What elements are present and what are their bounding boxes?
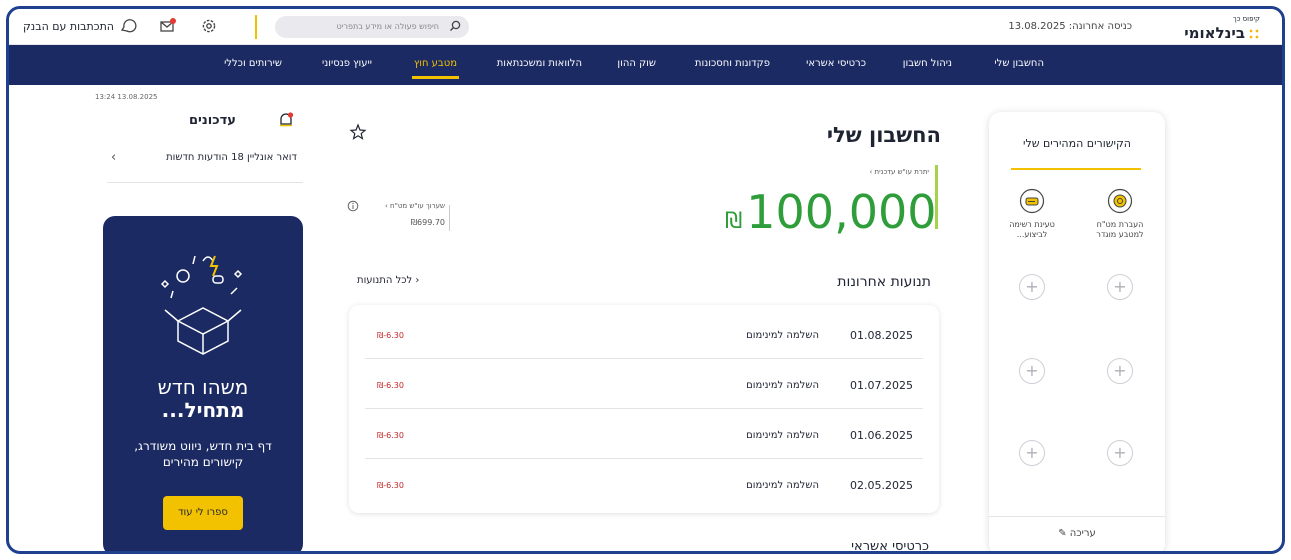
app-window: קיפוס כך בינלאומי כניסה אחרונה: 13.08.20…: [6, 6, 1285, 554]
chevron-left-icon[interactable]: ‹: [111, 150, 116, 165]
add-quick-link-button[interactable]: +: [1019, 440, 1045, 466]
logo-tagline: קיפוס כך: [1232, 15, 1260, 23]
add-quick-link-button[interactable]: +: [1019, 274, 1045, 300]
fx-revaluation-value: ₪699.70: [410, 218, 445, 227]
favorite-star-icon[interactable]: [349, 123, 367, 141]
message-chat-icon[interactable]: [119, 17, 137, 35]
quick-links-card: הקישורים המהירים שלי העברת מט"ח למטבע מו…: [989, 112, 1165, 551]
currency-symbol: ₪: [725, 209, 743, 234]
transaction-date: 02.05.2025: [850, 479, 913, 492]
promo-description: דף בית חדש, ניווט משודרג, קישורים מהירים: [134, 439, 272, 469]
transaction-description: השלמה למינימום: [746, 380, 819, 391]
list-upload-icon[interactable]: [1019, 188, 1045, 214]
promo-title-line1: משהו חדש: [157, 375, 249, 399]
gift-box-illustration-icon: [160, 255, 243, 355]
nav-item-credit-cards[interactable]: כרטיסי אשראי: [806, 58, 866, 69]
transaction-amount: ₪-6.30: [377, 431, 404, 440]
promo-more-button[interactable]: ספרו לי עוד: [163, 496, 243, 530]
transaction-row[interactable]: 01.08.2025 השלמה למינימום ₪-6.30: [365, 309, 923, 359]
transaction-date: 01.06.2025: [850, 429, 913, 442]
edit-label: עריכה: [1069, 528, 1096, 539]
transaction-date: 01.07.2025: [850, 379, 913, 392]
recent-transactions-title: תנועות אחרונות: [837, 274, 931, 290]
transaction-description: השלמה למינימום: [746, 430, 819, 441]
transaction-amount: ₪-6.30: [377, 381, 404, 390]
fx-revaluation-link[interactable]: שערוך עו"ש מט"ח ›: [373, 202, 445, 210]
add-quick-link-button[interactable]: +: [1019, 358, 1045, 384]
transaction-row[interactable]: 02.05.2025 השלמה למינימום ₪-6.30: [365, 459, 923, 509]
search-input[interactable]: חיפוש פעולה או מידע בתפריט: [275, 16, 469, 38]
nav-item-pension[interactable]: ייעוץ פנסיוני: [322, 58, 372, 69]
yellow-divider: [255, 15, 257, 39]
nav-item-loans[interactable]: הלוואות ומשכנתאות: [497, 58, 582, 69]
logo-name: בינלאומי: [1184, 24, 1245, 42]
add-quick-link-button[interactable]: +: [1107, 358, 1133, 384]
all-transactions-link[interactable]: ‹ לכל התנועות: [357, 275, 419, 286]
transaction-row[interactable]: 01.06.2025 השלמה למינימום ₪-6.30: [365, 409, 923, 459]
bank-logo[interactable]: קיפוס כך בינלאומי: [1184, 15, 1260, 42]
quick-links-underline: [1011, 168, 1141, 170]
updates-datetime: 13:24 13.08.2025: [95, 93, 158, 101]
page-title: החשבון שלי: [826, 123, 941, 147]
transactions-card: 01.08.2025 השלמה למינימום ₪-6.30 01.07.2…: [349, 305, 939, 513]
nav-item-capital-market[interactable]: שוק ההון: [617, 58, 656, 69]
bell-icon: [280, 112, 294, 127]
online-mail-row[interactable]: דואר אונליין 18 הודעות חדשות: [111, 152, 297, 163]
transaction-description: השלמה למינימום: [746, 330, 819, 341]
account-balance: ₪100,000: [725, 185, 937, 239]
search-placeholder: חיפוש פעולה או מידע בתפריט: [336, 22, 439, 31]
quick-link-label[interactable]: טעינת רשימה לביצוע...: [997, 220, 1067, 240]
settings-icon[interactable]: [200, 17, 218, 35]
transaction-date: 01.08.2025: [850, 329, 913, 342]
nav-item-deposits[interactable]: פקדונות וחסכונות: [695, 58, 770, 69]
contact-bank-link[interactable]: התכתבות עם הבנק: [23, 20, 114, 33]
transaction-amount: ₪-6.30: [377, 331, 404, 340]
logo-mark-icon: [1248, 28, 1260, 40]
transaction-row[interactable]: 01.07.2025 השלמה למינימום ₪-6.30: [365, 359, 923, 409]
updates-title: עדכונים: [189, 113, 236, 128]
coin-transfer-icon[interactable]: [1107, 188, 1133, 214]
nav-item-foreign-currency[interactable]: מטבע חוץ: [411, 58, 460, 79]
nav-item-services[interactable]: שירותים וכללי: [224, 58, 282, 69]
nav-item-account-management[interactable]: ניהול חשבון: [903, 58, 952, 69]
edit-quick-links-button[interactable]: עריכה ✎: [989, 528, 1165, 539]
promo-title-line2: מתחיל...: [161, 398, 245, 422]
quick-links-title: הקישורים המהירים שלי: [1023, 137, 1131, 150]
credit-cards-title: כרטיסי אשראי: [851, 539, 929, 554]
add-quick-link-button[interactable]: +: [1107, 440, 1133, 466]
main-nav: החשבון שלי ניהול חשבון כרטיסי אשראי פקדו…: [9, 45, 1282, 85]
mail-icon[interactable]: [159, 17, 177, 35]
transaction-amount: ₪-6.30: [377, 481, 404, 490]
add-quick-link-button[interactable]: +: [1107, 274, 1133, 300]
pencil-icon: ✎: [1058, 528, 1067, 539]
top-bar: קיפוס כך בינלאומי כניסה אחרונה: 13.08.20…: [9, 9, 1282, 45]
notification-dot: [170, 18, 176, 24]
quick-links-footer-divider: [989, 516, 1165, 517]
quick-link-label[interactable]: העברת מט"ח למטבע מוגדר: [1085, 220, 1155, 240]
mini-divider: [449, 205, 450, 231]
transaction-description: השלמה למינימום: [746, 480, 819, 491]
nav-item-my-account[interactable]: החשבון שלי: [994, 58, 1044, 69]
divider: [107, 182, 303, 183]
search-icon: [450, 20, 461, 31]
balance-subtitle-link[interactable]: יתרת עו"ש עדכנית ›: [769, 168, 929, 176]
last-login: כניסה אחרונה: 13.08.2025: [1008, 21, 1132, 32]
info-icon[interactable]: [347, 200, 359, 212]
promo-card: משהו חדש מתחיל... דף בית חדש, ניווט משוד…: [103, 216, 303, 551]
balance-value: 100,000: [746, 185, 937, 239]
